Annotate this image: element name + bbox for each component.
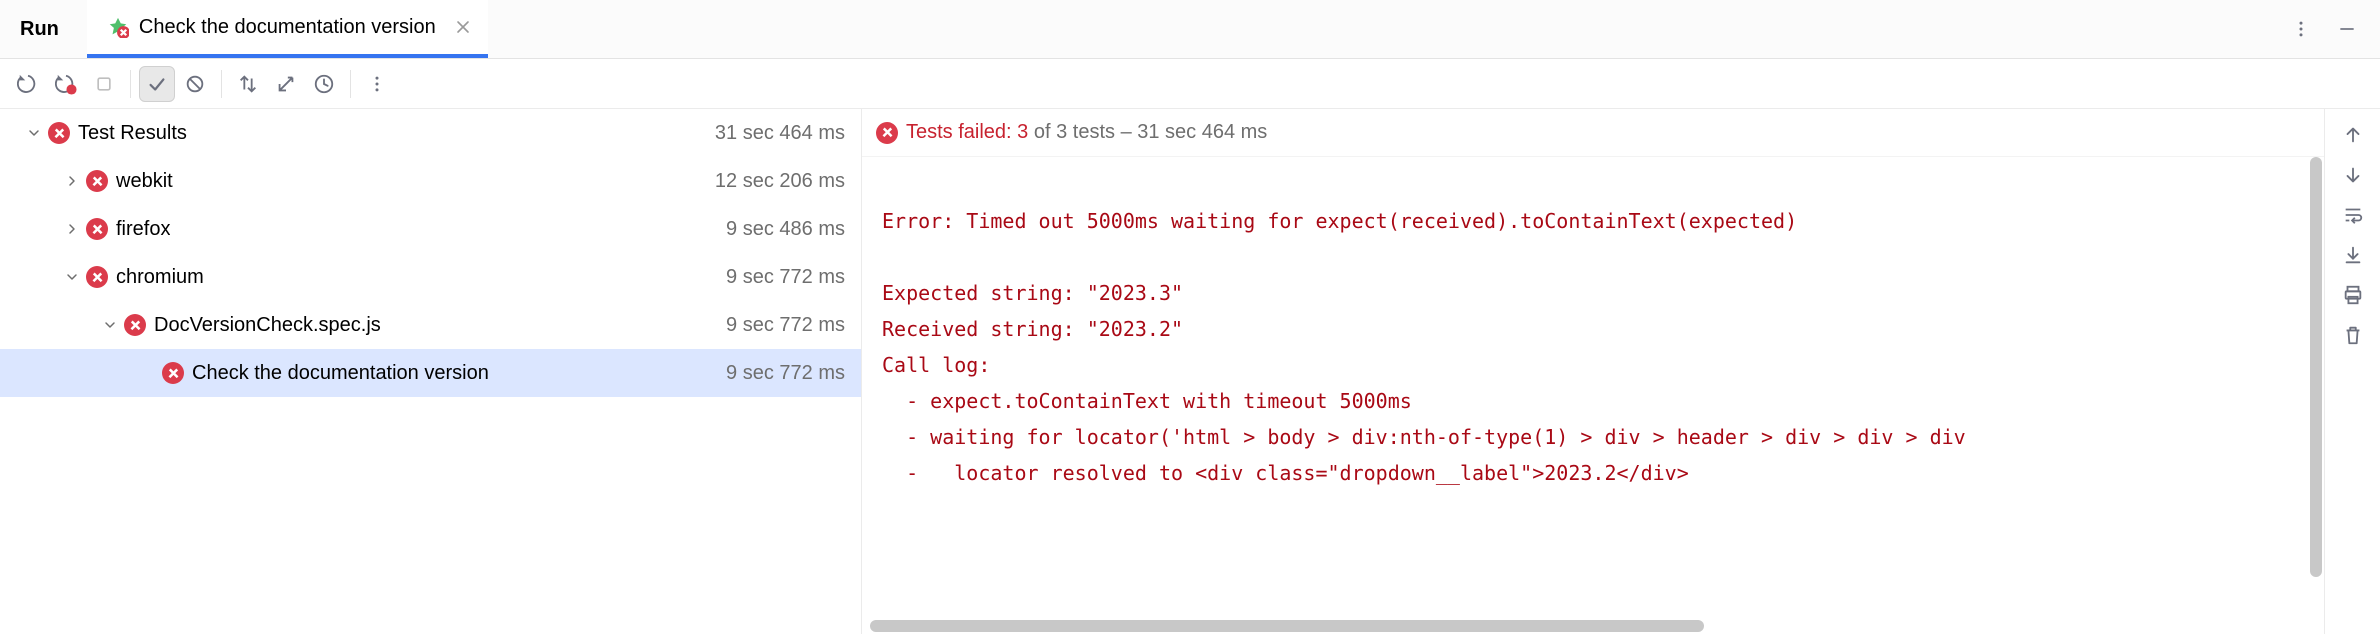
fail-icon: [86, 170, 108, 192]
tree-row-time: 9 sec 772 ms: [726, 362, 845, 385]
fail-icon: [86, 218, 108, 240]
run-tabbar: Run Check the documentation version: [0, 0, 2380, 59]
tree-row-label: Check the documentation version: [192, 362, 489, 385]
soft-wrap-icon[interactable]: [2335, 197, 2371, 233]
show-ignored-icon[interactable]: [177, 66, 213, 102]
summary-failed-label: Tests failed:: [906, 121, 1017, 143]
fail-icon: [124, 314, 146, 336]
console-output[interactable]: Error: Timed out 5000ms waiting for expe…: [862, 157, 2324, 634]
test-toolbar: [0, 59, 2380, 109]
console-text: Error: Timed out 5000ms waiting for expe…: [882, 167, 2324, 491]
tree-row-time: 9 sec 772 ms: [726, 266, 845, 289]
tree-row-label: firefox: [116, 218, 170, 241]
fail-icon: [86, 266, 108, 288]
more-icon[interactable]: [359, 66, 395, 102]
test-tree: Test Results 31 sec 464 ms webkit 12 sec 20…: [0, 109, 862, 634]
chevron-right-icon[interactable]: [58, 215, 86, 243]
fail-icon: [876, 122, 898, 144]
rerun-icon[interactable]: [10, 66, 46, 102]
tree-row-time: 9 sec 772 ms: [726, 314, 845, 337]
tree-row-time: 12 sec 206 ms: [715, 170, 845, 193]
chevron-down-icon[interactable]: [20, 119, 48, 147]
summary-failed-count: 3: [1017, 121, 1028, 143]
tree-row-label: Test Results: [78, 122, 187, 145]
summary-rest: of 3 tests – 31 sec 464 ms: [1028, 121, 1267, 143]
print-icon[interactable]: [2335, 277, 2371, 313]
tree-row-label: webkit: [116, 170, 173, 193]
tree-row-time: 31 sec 464 ms: [715, 122, 845, 145]
chevron-down-icon[interactable]: [96, 311, 124, 339]
fail-icon: [48, 122, 70, 144]
tree-row[interactable]: webkit 12 sec 206 ms: [0, 157, 861, 205]
next-occurrence-icon[interactable]: [2335, 157, 2371, 193]
fail-icon: [162, 362, 184, 384]
show-passed-icon[interactable]: [139, 66, 175, 102]
tree-row[interactable]: Test Results 31 sec 464 ms: [0, 109, 861, 157]
scenario-icon: [107, 16, 129, 38]
rerun-failed-icon[interactable]: [48, 66, 84, 102]
expand-all-icon[interactable]: [268, 66, 304, 102]
run-config-tab-label: Check the documentation version: [139, 16, 436, 39]
right-gutter: [2324, 109, 2380, 634]
tree-row[interactable]: Check the documentation version 9 sec 772…: [0, 349, 861, 397]
tree-row[interactable]: chromium 9 sec 772 ms: [0, 253, 861, 301]
prev-occurrence-icon[interactable]: [2335, 117, 2371, 153]
tree-row[interactable]: firefox 9 sec 486 ms: [0, 205, 861, 253]
test-summary: Tests failed: 3 of 3 tests – 31 sec 464 …: [862, 109, 2324, 157]
tree-row-label: DocVersionCheck.spec.js: [154, 314, 381, 337]
vertical-scrollbar[interactable]: [2310, 157, 2322, 634]
tree-row-label: chromium: [116, 266, 204, 289]
stop-icon[interactable]: [86, 66, 122, 102]
tree-row[interactable]: DocVersionCheck.spec.js 9 sec 772 ms: [0, 301, 861, 349]
output-pane: Tests failed: 3 of 3 tests – 31 sec 464 …: [862, 109, 2324, 634]
minimize-icon[interactable]: [2328, 10, 2366, 48]
tool-window-title: Run: [20, 18, 59, 41]
scroll-to-end-icon[interactable]: [2335, 237, 2371, 273]
chevron-right-icon[interactable]: [58, 167, 86, 195]
clear-icon[interactable]: [2335, 317, 2371, 353]
options-icon[interactable]: [2282, 10, 2320, 48]
close-tab-icon[interactable]: [454, 18, 472, 36]
tree-row-time: 9 sec 486 ms: [726, 218, 845, 241]
run-config-tab[interactable]: Check the documentation version: [87, 0, 488, 58]
history-icon[interactable]: [306, 66, 342, 102]
horizontal-scrollbar[interactable]: [870, 620, 2308, 632]
sort-icon[interactable]: [230, 66, 266, 102]
chevron-down-icon[interactable]: [58, 263, 86, 291]
